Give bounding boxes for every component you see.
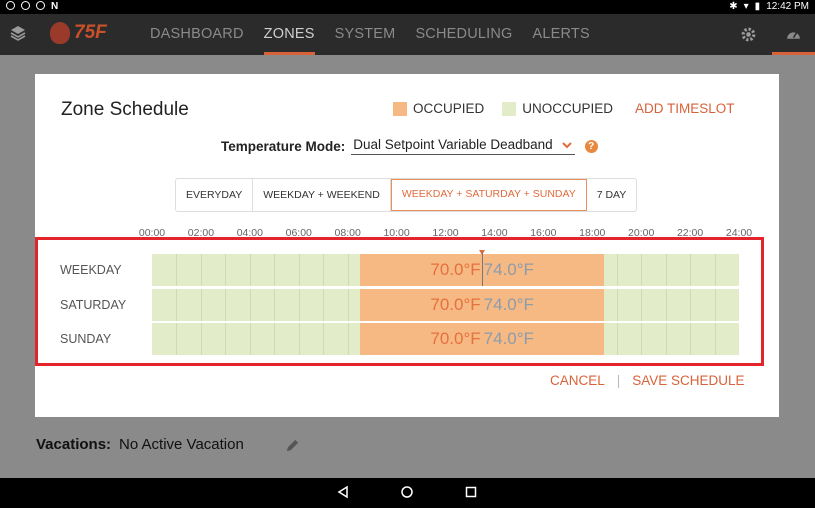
help-icon[interactable]: ? [584, 139, 598, 153]
unoccupied-swatch [502, 101, 517, 116]
dialog-title: Zone Schedule [61, 99, 189, 120]
segment-7-day[interactable]: 7 DAY [587, 179, 637, 211]
gear-icon[interactable] [740, 26, 757, 43]
dashboard-gauge-button[interactable] [772, 14, 815, 55]
home-icon[interactable] [400, 485, 414, 499]
vacation-label: Vacations: [36, 436, 112, 453]
chevron-down-icon [561, 141, 572, 148]
temperature-mode-value: Dual Setpoint Variable Deadband [353, 137, 553, 152]
temperature-mode-label: Temperature Mode: [221, 138, 346, 154]
vacation-status: Vacations: No Active Vacation [36, 436, 244, 453]
wifi-icon: ▾ [743, 1, 749, 12]
temperature-mode: Temperature Mode: Dual Setpoint Variable… [221, 137, 598, 155]
battery-icon: ▮ [754, 1, 761, 12]
logo-flame-icon [50, 22, 70, 44]
app-header: 75F DASHBOARD ZONES SYSTEM SCHEDULING AL… [0, 14, 815, 55]
main-nav: DASHBOARD ZONES SYSTEM SCHEDULING ALERTS [150, 14, 610, 55]
segment-everyday[interactable]: EVERYDAY [176, 179, 254, 211]
status-time: 12:42 PM [766, 1, 809, 12]
tab-zones[interactable]: ZONES [263, 14, 315, 55]
back-icon[interactable] [336, 485, 350, 499]
status-bar: N ✱ ▾ ▮ 12:42 PM [0, 0, 815, 14]
logo-text: 75F [74, 22, 107, 43]
add-timeslot-button[interactable]: ADD TIMESLOT [635, 101, 735, 116]
tab-scheduling[interactable]: SCHEDULING [415, 14, 512, 55]
tab-dashboard[interactable]: DASHBOARD [150, 14, 244, 55]
gauge-icon [787, 31, 800, 39]
action-separator: | [616, 373, 621, 388]
layers-icon[interactable] [10, 25, 26, 41]
occupied-swatch [393, 101, 407, 116]
pencil-icon[interactable] [285, 438, 300, 453]
sync-icon [36, 1, 45, 10]
tab-alerts[interactable]: ALERTS [533, 14, 590, 55]
bluetooth-icon: ✱ [729, 1, 738, 12]
segment-weekday-weekend[interactable]: WEEKDAY + WEEKEND [253, 179, 391, 211]
tab-system[interactable]: SYSTEM [335, 14, 396, 55]
legend-occupied: OCCUPIED [413, 101, 485, 116]
notification-icon [6, 1, 15, 10]
temperature-mode-select[interactable]: Dual Setpoint Variable Deadband [351, 137, 575, 155]
legend-unoccupied: UNOCCUPIED [522, 101, 614, 116]
cancel-button[interactable]: CANCEL [550, 373, 605, 388]
dialog-actions: CANCEL | SAVE SCHEDULE [550, 373, 745, 388]
logo: 75F [50, 22, 107, 44]
segment-weekday-saturday-sunday[interactable]: WEEKDAY + SATURDAY + SUNDAY [390, 179, 587, 211]
schedule-type-selector: EVERYDAY WEEKDAY + WEEKEND WEEKDAY + SAT… [175, 178, 638, 212]
clock-icon [21, 1, 30, 10]
save-schedule-button[interactable]: SAVE SCHEDULE [632, 373, 744, 388]
recents-icon[interactable] [464, 485, 478, 499]
vacation-value: No Active Vacation [119, 436, 244, 453]
highlight-box [35, 237, 764, 366]
n-icon: N [51, 1, 59, 12]
system-nav-bar [0, 478, 815, 508]
legend: OCCUPIED UNOCCUPIED [393, 101, 613, 116]
